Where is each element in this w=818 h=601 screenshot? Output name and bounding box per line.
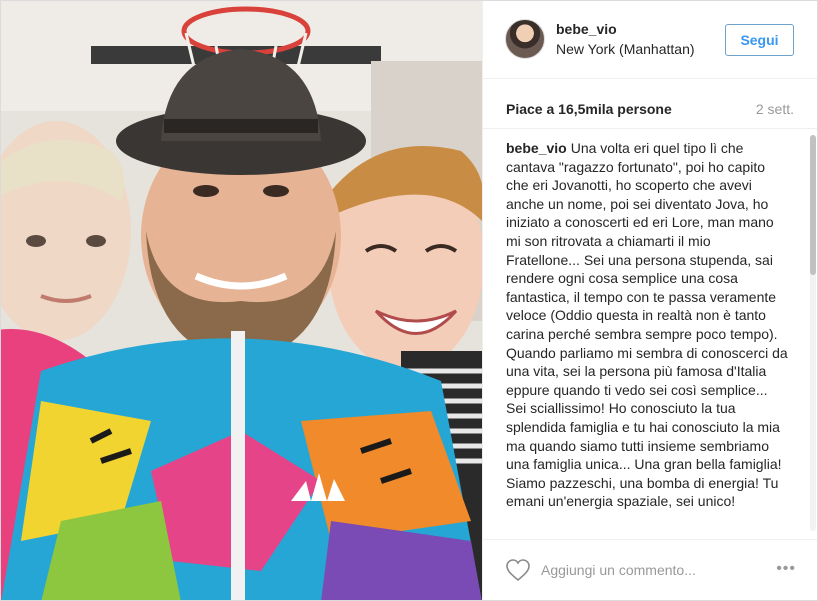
post-photo[interactable] [1, 1, 482, 600]
post-header: bebe_vio New York (Manhattan) Segui [483, 1, 817, 79]
caption: bebe_vio Una volta eri quel tipo lì che c… [506, 139, 788, 511]
caption-username[interactable]: bebe_vio [506, 140, 567, 156]
comments-scrollbar[interactable] [810, 135, 816, 531]
comments-area: bebe_vio Una volta eri quel tipo lì che c… [483, 129, 817, 539]
post-viewer: bebe_vio New York (Manhattan) Segui Piac… [0, 0, 818, 601]
more-options-icon[interactable]: ••• [776, 560, 796, 578]
photo-illustration [1, 1, 482, 600]
avatar[interactable] [505, 19, 545, 59]
post-side-panel: bebe_vio New York (Manhattan) Segui Piac… [482, 1, 817, 600]
scrollbar-thumb[interactable] [810, 135, 816, 275]
post-timestamp[interactable]: 2 sett. [756, 101, 794, 117]
follow-button[interactable]: Segui [725, 24, 794, 56]
caption-text: Una volta eri quel tipo lì che cantava "… [506, 140, 788, 510]
location-link[interactable]: New York (Manhattan) [556, 41, 695, 57]
heart-icon[interactable] [505, 558, 531, 582]
post-footer: ••• [483, 539, 817, 600]
username-link[interactable]: bebe_vio [556, 21, 617, 37]
comment-input[interactable] [541, 557, 751, 583]
likes-count[interactable]: Piace a 16,5mila persone [506, 101, 672, 117]
likes-row: Piace a 16,5mila persone 2 sett. [483, 79, 817, 129]
